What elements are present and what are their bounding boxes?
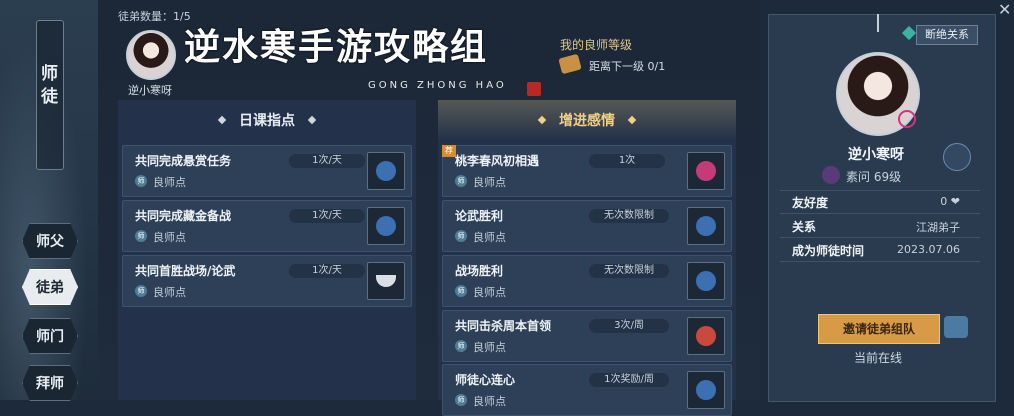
mentor-point-icon: 师 [455, 394, 467, 406]
bag-icon[interactable] [687, 207, 725, 245]
bowl-icon[interactable] [687, 317, 725, 355]
search-icon[interactable] [943, 143, 971, 171]
bag-icon[interactable] [367, 207, 405, 245]
task-limit: 3次/周 [589, 319, 669, 333]
recommend-badge: 荐 [442, 145, 456, 157]
task-reward: 良师点 [153, 231, 186, 244]
task-reward: 良师点 [473, 176, 506, 189]
favor-value: 0 ❤ [940, 195, 960, 208]
task-name: 共同完成悬赏任务 [135, 154, 232, 168]
online-status: 当前在线 [853, 351, 902, 365]
divider [780, 261, 980, 262]
nav-tab-school[interactable]: 师门 [22, 318, 78, 354]
invite-team-button[interactable]: 邀请徒弟组队 [818, 314, 940, 344]
divider [780, 237, 980, 238]
diamond-icon [537, 115, 547, 125]
task-reward: 良师点 [473, 341, 506, 354]
task-name: 共同完成藏金备战 [135, 209, 232, 223]
mentor-point-icon: 师 [455, 285, 467, 297]
task-limit: 1次 [589, 154, 665, 168]
task-reward: 良师点 [153, 286, 186, 299]
task-name: 桃李春风初相遇 [455, 154, 540, 168]
task-limit: 1次/天 [289, 154, 365, 168]
task-name: 共同击杀周本首领 [455, 319, 552, 333]
mentor-level-progress: 距离下一级 0/1 [589, 60, 666, 73]
nav-tab-master[interactable]: 师父 [22, 223, 78, 259]
task-name: 论武胜利 [455, 209, 504, 223]
student-name: 逆小寒呀 [128, 84, 172, 97]
task-reward: 良师点 [473, 395, 506, 408]
chat-icon[interactable] [944, 316, 968, 338]
bond-task-2[interactable]: 战场胜利 无次数限制 师 良师点 [442, 255, 732, 307]
mentor-point-icon: 师 [135, 285, 147, 297]
female-icon [898, 110, 916, 128]
watermark-subtitle: GONG ZHONG HAO [368, 80, 507, 91]
mentor-point-icon: 师 [455, 340, 467, 352]
profile-level: 素问 69级 [846, 170, 902, 184]
task-limit: 无次数限制 [589, 209, 669, 223]
bag-icon[interactable] [367, 152, 405, 190]
bond-task-1[interactable]: 论武胜利 无次数限制 师 良师点 [442, 200, 732, 252]
divider [780, 213, 980, 214]
mentor-point-icon: 师 [455, 230, 467, 242]
seal-icon [527, 82, 541, 96]
bond-header: 增进感情 [438, 100, 736, 140]
favor-label: 友好度 [792, 196, 829, 210]
relation-label: 关系 [792, 220, 817, 234]
bond-date-value: 2023.07.06 [897, 243, 960, 256]
relation-value: 江湖弟子 [916, 221, 960, 234]
watermark-title: 逆水寒手游攻略组 [184, 26, 489, 68]
task-name: 战场胜利 [455, 264, 504, 278]
flower-gift-icon[interactable] [687, 152, 725, 190]
mentor-point-icon: 师 [135, 230, 147, 242]
break-relationship-button[interactable]: 断绝关系 [916, 25, 978, 45]
diamond-icon [627, 115, 637, 125]
task-limit: 无次数限制 [589, 264, 669, 278]
task-reward: 良师点 [473, 231, 506, 244]
bag-icon[interactable] [687, 262, 725, 300]
daily-header: 日课指点 [118, 100, 416, 140]
section-title: 师徒 [37, 64, 57, 110]
task-name: 师徒心连心 [455, 373, 516, 387]
task-reward: 良师点 [153, 176, 186, 189]
student-avatar[interactable] [126, 30, 176, 80]
bond-date-label: 成为师徒时间 [792, 244, 865, 258]
task-reward: 良师点 [473, 286, 506, 299]
bond-task-3[interactable]: 共同击杀周本首领 3次/周 师 良师点 [442, 310, 732, 362]
daily-task-0[interactable]: 共同完成悬赏任务 1次/天 师 良师点 [122, 145, 412, 197]
diamond-icon [217, 115, 227, 125]
bond-header-label: 增进感情 [559, 113, 615, 129]
daily-task-1[interactable]: 共同完成藏金备战 1次/天 师 良师点 [122, 200, 412, 252]
bag-icon[interactable] [687, 371, 725, 409]
task-limit: 1次奖励/周 [589, 373, 669, 387]
close-icon[interactable]: ✕ [998, 0, 1011, 19]
mentor-point-icon: 师 [135, 175, 147, 187]
daily-task-2[interactable]: 共同首胜战场/论武 1次/天 师 良师点 [122, 255, 412, 307]
diamond-icon [307, 115, 317, 125]
task-limit: 1次/天 [289, 209, 365, 223]
divider [780, 190, 980, 191]
disciple-count: 徒弟数量：1/5 [118, 10, 191, 23]
task-limit: 1次/天 [289, 264, 365, 278]
mentor-point-icon: 师 [455, 175, 467, 187]
mentor-level-title: 我的良师等级 [560, 38, 633, 52]
bowl-icon[interactable] [367, 262, 405, 300]
profile-name: 逆小寒呀 [848, 147, 904, 163]
class-icon [822, 166, 840, 184]
pin-icon [877, 14, 879, 32]
daily-header-label: 日课指点 [239, 113, 295, 129]
bond-task-4[interactable]: 师徒心连心 1次奖励/周 师 良师点 [442, 364, 732, 416]
nav-tab-apprentice[interactable]: 拜师 [22, 365, 78, 401]
bond-task-0[interactable]: 荐 桃李春风初相遇 1次 师 良师点 [442, 145, 732, 197]
nav-tab-disciple[interactable]: 徒弟 [22, 269, 78, 305]
task-name: 共同首胜战场/论武 [135, 264, 236, 278]
